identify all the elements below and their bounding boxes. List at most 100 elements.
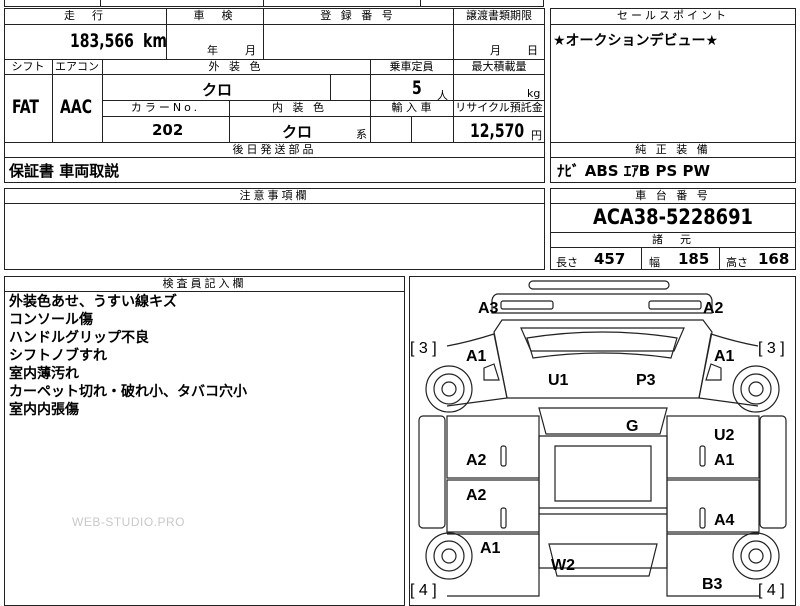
mileage-unit: km	[143, 30, 167, 52]
diagram-label-a2-left-front-door: A2	[466, 452, 487, 469]
inspector-notes: 外装色あせ、うすい線キズ コンソール傷 ハンドルグリップ不良 シフトノブすれ 室…	[9, 293, 247, 419]
recycle-value: 12,570	[470, 120, 525, 142]
sales-point-box	[550, 8, 796, 143]
right-headlight-shape	[648, 300, 702, 310]
diagram-label-u2: U2	[714, 427, 735, 444]
diagram-label-bracket-left-top: [ 3 ]	[410, 340, 437, 357]
diagram-label-bracket-left-bottom: [ 4 ]	[410, 582, 437, 599]
right-mirror-shape	[705, 363, 722, 381]
inspection-header: 車 検	[193, 9, 236, 22]
transfer-day-unit: 日	[527, 44, 538, 57]
diagram-label-a1-left-quarter: A1	[480, 540, 501, 557]
later-parts-header: 後日発送部品	[232, 143, 317, 156]
height-value: 168	[758, 250, 790, 268]
left-headlight-shape	[500, 300, 554, 310]
shift-header: シフト	[11, 60, 45, 73]
interior-color-header: 内 装 色	[272, 101, 327, 114]
right-front-door-shape	[666, 415, 760, 479]
import-header: 輸 入 車	[391, 101, 432, 114]
roof-inner-shape	[554, 445, 652, 502]
diagram-label-u1: U1	[548, 372, 569, 389]
shift-value: FAT	[12, 96, 39, 118]
genuine-equipment-header: 純 正 装 備	[635, 143, 711, 156]
roof-front-shape	[538, 407, 668, 435]
left-rear-handle-shape	[500, 507, 507, 529]
diagram-label-a1-right-front-door: A1	[714, 452, 735, 469]
interior-color-unit: 系	[356, 128, 367, 141]
diagram-label-a4: A4	[714, 512, 735, 529]
inspector-note: コンソール傷	[9, 312, 93, 328]
right-rear-handle-shape	[699, 507, 706, 529]
diagram-label-p3: P3	[636, 372, 656, 389]
inspection-year-unit: 年	[207, 44, 218, 57]
max-load-header: 最大積載量	[471, 60, 527, 73]
color-no-header: カラーNo.	[130, 101, 201, 114]
right-rear-wheel-shape	[732, 532, 780, 580]
right-front-wheel-shape	[732, 365, 780, 413]
left-front-fender-shape	[446, 333, 508, 407]
top-row	[4, 0, 544, 7]
later-parts-value: 保証書 車両取説	[9, 162, 120, 180]
inspector-note: 室内薄汚れ	[9, 366, 79, 382]
length-value: 457	[594, 250, 626, 268]
diagram-label-a1-left-fender: A1	[466, 348, 487, 365]
diagram-label-g: G	[626, 418, 639, 435]
inspector-header: 検査員記入欄	[162, 277, 247, 290]
recycle-header: リサイクル預託金	[455, 101, 543, 114]
diagram-label-b3: B3	[702, 576, 723, 593]
right-front-fender-shape	[698, 333, 759, 407]
left-front-door-shape	[446, 415, 540, 479]
spec-table	[4, 8, 545, 143]
inspector-note: 外装色あせ、うすい線キズ	[9, 294, 177, 310]
interior-color-value: クロ	[282, 123, 313, 141]
diagram-label-a2-left-rear-door: A2	[466, 487, 487, 504]
inspection-month-unit: 月	[245, 44, 256, 57]
color-no-value: 202	[152, 121, 184, 139]
diagram-label-a3: A3	[478, 300, 499, 317]
right-sill-shape	[759, 415, 787, 529]
diagram-label-bracket-right-bottom: [ 4 ]	[758, 582, 785, 599]
transfer-header: 譲渡書類期限	[466, 9, 532, 22]
mileage-value: 183,566	[70, 30, 134, 52]
left-rear-door-shape	[446, 479, 540, 533]
roof-shape	[538, 435, 668, 569]
mileage-header: 走 行	[64, 9, 106, 22]
diagram-label-w2: W2	[551, 557, 575, 574]
diagram-label-a2-front-right: A2	[703, 300, 724, 317]
sales-point-text: ★オークションデビュー★	[553, 33, 719, 49]
exterior-color-value: クロ	[202, 81, 233, 99]
width-value: 185	[678, 250, 710, 268]
exterior-color-header: 外 装 色	[208, 60, 264, 73]
aircon-header: エアコン	[55, 60, 99, 73]
width-label: 幅	[649, 256, 660, 269]
height-label: 高さ	[726, 256, 748, 269]
left-rear-wheel-shape	[425, 532, 473, 580]
left-sill-shape	[418, 415, 446, 529]
left-mirror-shape	[483, 363, 500, 381]
capacity-header: 乗車定員	[389, 60, 434, 73]
chassis-header: 車 台 番 号	[635, 189, 711, 202]
capacity-value: 5	[412, 77, 422, 99]
left-front-handle-shape	[500, 445, 507, 467]
length-label: 長さ	[556, 256, 578, 269]
registration-header: 登 録 番 号	[320, 9, 396, 22]
diagram-label-bracket-right-top: [ 3 ]	[758, 340, 785, 357]
watermark: WEB-STUDIO.PRO	[72, 515, 186, 529]
transfer-month-unit: 月	[490, 44, 501, 57]
inspector-note: 室内内張傷	[9, 402, 79, 418]
right-rear-door-shape	[666, 479, 760, 533]
inspector-note: シフトノブすれ	[9, 348, 107, 364]
max-load-unit: kg	[527, 87, 541, 100]
inspector-note: ハンドルグリップ不良	[9, 330, 149, 346]
aircon-value: AAC	[60, 96, 92, 118]
car-diagram	[418, 280, 787, 597]
right-front-handle-shape	[699, 445, 706, 467]
left-front-wheel-shape	[425, 365, 473, 413]
genuine-equipment-value: ﾅﾋﾞ ABS ｴｱB PS PW	[557, 162, 711, 180]
recycle-unit: 円	[531, 129, 542, 142]
inspector-note: カーペット切れ・破れ小、タバコ穴小	[9, 384, 247, 400]
front-bumper-shape	[528, 280, 670, 290]
sales-point-header: セールスポイント	[617, 9, 729, 22]
windshield-shape	[526, 331, 678, 359]
diagram-label-a1-right-fender: A1	[714, 348, 735, 365]
